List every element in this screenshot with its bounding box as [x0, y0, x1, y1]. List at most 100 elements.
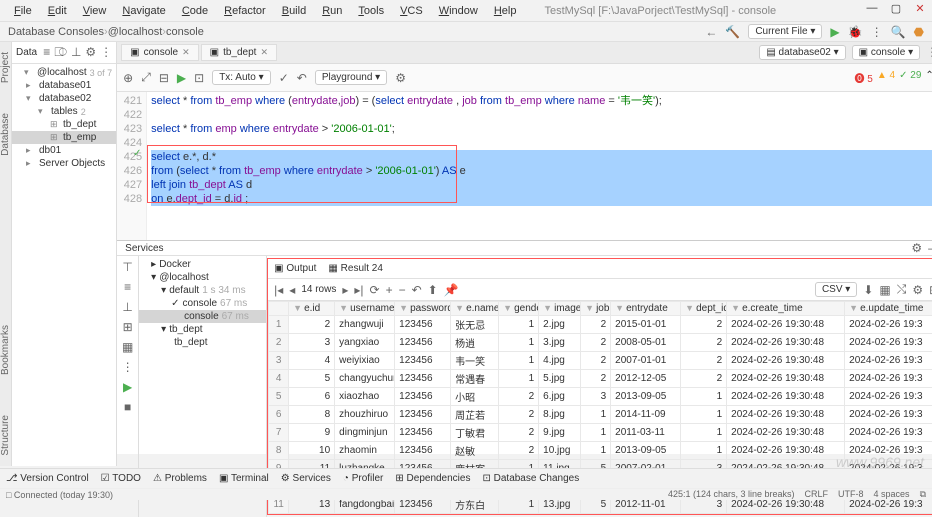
services-item-default[interactable]: ▾default 1 s 34 ms: [139, 284, 266, 297]
collapse-icon[interactable]: ⊟: [159, 71, 169, 85]
output-tab[interactable]: ▣ Output: [274, 263, 316, 274]
tree-item-tables[interactable]: ▾tables 2: [12, 105, 116, 118]
services-item-console[interactable]: ✓console 67 ms: [139, 297, 266, 310]
add-row-icon[interactable]: +: [386, 283, 393, 297]
next-page-icon[interactable]: ▸: [342, 283, 348, 297]
tree-toolbar-icon[interactable]: ⊥: [71, 45, 81, 60]
tx-dropdown[interactable]: Tx: Auto ▾: [212, 70, 271, 85]
menu-help[interactable]: Help: [486, 3, 525, 19]
debug-icon[interactable]: 🐞: [848, 25, 863, 39]
services-item-tb_dept[interactable]: ▾tb_dept: [139, 323, 266, 336]
menu-refactor[interactable]: Refactor: [216, 3, 274, 19]
db-selector[interactable]: ▤ database02 ▾: [759, 45, 845, 60]
tree-item-Server Objects[interactable]: ▸Server Objects: [12, 157, 116, 170]
pin-icon[interactable]: 📌: [444, 283, 459, 297]
tree-item-database02[interactable]: ▾database02: [12, 92, 116, 105]
col-header[interactable]: ▼image: [539, 302, 581, 316]
filter-icon[interactable]: ⊤: [122, 260, 132, 274]
table-row[interactable]: 810zhaomin123456赵敏210.jpg12013-09-051202…: [269, 442, 932, 460]
menu-code[interactable]: Code: [174, 3, 216, 19]
stop-icon[interactable]: ■: [124, 400, 131, 414]
col-header[interactable]: ▼entrydate: [611, 302, 681, 316]
collapse-all-icon[interactable]: ⊥: [122, 300, 132, 314]
menu-edit[interactable]: Edit: [40, 3, 75, 19]
ok-badge[interactable]: ✓ 29: [899, 70, 921, 85]
database-tool-label[interactable]: Database: [0, 113, 11, 156]
back-icon[interactable]: ←: [705, 25, 717, 39]
menu-view[interactable]: View: [75, 3, 115, 19]
menu-run[interactable]: Run: [314, 3, 350, 19]
col-header[interactable]: ▼e.create_time: [727, 302, 845, 316]
tree-item-db01[interactable]: ▸db01: [12, 144, 116, 157]
bookmarks-tool-label[interactable]: Bookmarks: [0, 325, 11, 375]
transpose-icon[interactable]: ⤭: [897, 282, 907, 297]
services-item-console[interactable]: console 67 ms: [139, 310, 266, 323]
tree-toolbar-icon[interactable]: ⎄: [54, 45, 67, 60]
tree-toolbar-icon[interactable]: ⋮: [100, 45, 112, 60]
layout-icon[interactable]: ▦: [122, 340, 133, 354]
revert-icon[interactable]: ↶: [412, 283, 422, 297]
statusbar-version-control[interactable]: ⎇ Version Control: [6, 473, 89, 484]
col-header[interactable]: ▼e.id: [289, 302, 335, 316]
statusbar-services[interactable]: ⚙ Services: [281, 473, 331, 484]
info-item[interactable]: 425:1 (124 chars, 3 line breaks): [668, 489, 795, 500]
table-row[interactable]: 68zhouzhiruo123456周芷若28.jpg12014-11-0912…: [269, 406, 932, 424]
export-icon[interactable]: ⬇: [863, 283, 873, 297]
services-hide-icon[interactable]: —: [928, 241, 932, 255]
services-item-@localhost[interactable]: ▾@localhost: [139, 271, 266, 284]
code-line[interactable]: on e.dept_id = d.id ;: [151, 192, 932, 206]
code-line[interactable]: left join tb_dept AS d: [151, 178, 932, 192]
code-line[interactable]: from (select * from tb_emp where entryda…: [151, 164, 932, 178]
menu-file[interactable]: File: [6, 3, 40, 19]
col-header[interactable]: ▼e.update_time: [845, 302, 932, 316]
info-item[interactable]: 4 spaces: [874, 489, 910, 500]
table-row[interactable]: 23yangxiao123456杨逍13.jpg22008-05-0122024…: [269, 334, 932, 352]
view-icon[interactable]: ▦: [879, 283, 890, 297]
close-icon[interactable]: ✕: [912, 2, 928, 15]
breadcrumb-item[interactable]: console: [166, 26, 204, 38]
expand-icon[interactable]: ⤢: [141, 70, 151, 85]
settings2-icon[interactable]: ⚙: [912, 283, 923, 297]
col-header[interactable]: ▼gender: [499, 302, 539, 316]
flame-icon[interactable]: ⬣: [914, 25, 924, 39]
breadcrumb-item[interactable]: Database Consoles: [8, 26, 104, 38]
maximize-icon[interactable]: ▢: [888, 2, 904, 15]
table-row[interactable]: 34weiyixiao123456韦一笑14.jpg22007-01-01220…: [269, 352, 932, 370]
menu-navigate[interactable]: Navigate: [114, 3, 173, 19]
tree-item-@localhost[interactable]: ▾@localhost 3 of 7: [12, 66, 116, 79]
run-icon[interactable]: ▶: [830, 25, 839, 39]
code-line[interactable]: select * from emp where entrydate > '200…: [151, 122, 932, 136]
tree-item-tb_dept[interactable]: ⊞tb_dept: [12, 118, 116, 131]
reload-icon[interactable]: ⟳: [370, 283, 380, 297]
csv-dropdown[interactable]: CSV ▾: [815, 282, 857, 297]
code-line[interactable]: [151, 108, 932, 122]
info-item[interactable]: UTF-8: [838, 489, 864, 500]
expand-all-icon[interactable]: ≡: [124, 280, 131, 294]
rollback-icon[interactable]: ↶: [297, 71, 307, 85]
menu-tools[interactable]: Tools: [350, 3, 392, 19]
tree-item-database01[interactable]: ▸database01: [12, 79, 116, 92]
group-icon[interactable]: ⊞: [123, 320, 133, 334]
explain-icon[interactable]: ⊡: [194, 71, 204, 85]
history-icon[interactable]: ⊕: [123, 71, 133, 85]
project-tool-label[interactable]: Project: [0, 52, 11, 83]
search-icon[interactable]: 🔍: [891, 25, 906, 39]
statusbar-dependencies[interactable]: ⊞ Dependencies: [395, 473, 470, 484]
playground-dropdown[interactable]: Playground ▾: [315, 70, 387, 85]
code-line[interactable]: [151, 136, 932, 150]
col-header[interactable]: ▼job: [581, 302, 611, 316]
tree-toolbar-icon[interactable]: ≡: [43, 45, 50, 60]
last-page-icon[interactable]: ▸|: [354, 283, 363, 297]
execute-icon[interactable]: ▶: [177, 71, 186, 85]
sql-editor[interactable]: 421422423424425426427428 ✓ select * from…: [117, 92, 932, 240]
tree-item-tb_emp[interactable]: ⊞tb_emp: [12, 131, 116, 144]
error-badge[interactable]: ⓿ 5: [855, 70, 873, 85]
hammer-icon[interactable]: 🔨: [725, 25, 740, 39]
console-selector[interactable]: ▣ console ▾: [852, 45, 921, 60]
grid-icon[interactable]: ⋮: [122, 360, 134, 374]
statusbar-terminal[interactable]: ▣ Terminal: [219, 473, 269, 484]
tab-console[interactable]: ▣ console✕: [121, 44, 198, 61]
breadcrumb-item[interactable]: @localhost: [108, 26, 163, 38]
menu-build[interactable]: Build: [274, 3, 314, 19]
first-page-icon[interactable]: |◂: [274, 283, 283, 297]
